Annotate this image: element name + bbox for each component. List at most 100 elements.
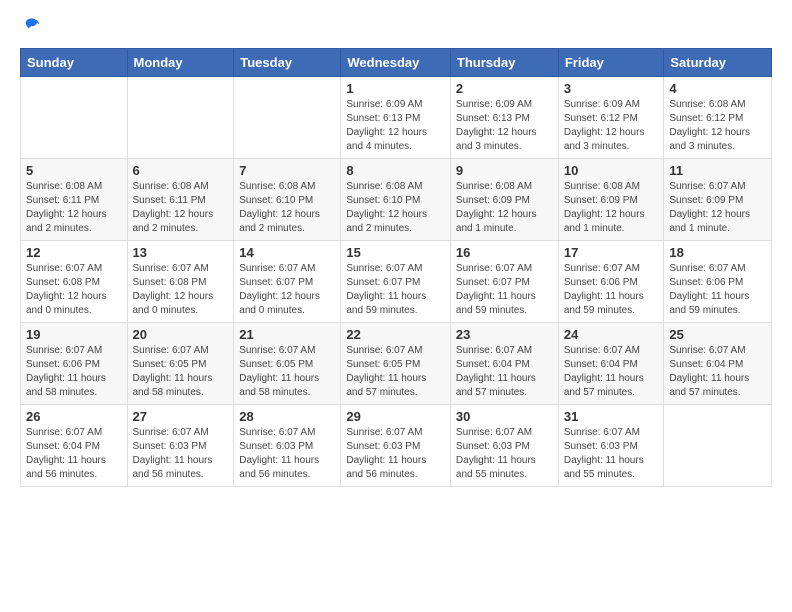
day-number: 7 [239,163,335,178]
calendar-cell: 13Sunrise: 6:07 AM Sunset: 6:08 PM Dayli… [127,241,234,323]
day-info: Sunrise: 6:07 AM Sunset: 6:03 PM Dayligh… [564,426,659,482]
day-info: Sunrise: 6:07 AM Sunset: 6:03 PM Dayligh… [239,426,335,482]
day-number: 16 [456,245,553,260]
day-number: 26 [26,409,122,424]
calendar-week-row: 26 Sunrise: 6:07 AM Sunset: 6:04 PM Dayli… [21,405,772,487]
calendar-cell: 22 Sunrise: 6:07 AM Sunset: 6:05 PM Dayli… [341,323,451,405]
calendar-week-row: 5 Sunrise: 6:08 AM Sunset: 6:11 PM Daylig… [21,159,772,241]
calendar-cell: 21 Sunrise: 6:07 AM Sunset: 6:05 PM Dayli… [234,323,341,405]
day-info: Sunrise: 6:08 AM Sunset: 6:10 PM Dayligh… [239,180,335,236]
calendar-cell: 14Sunrise: 6:07 AM Sunset: 6:07 PM Dayli… [234,241,341,323]
calendar-cell: 28Sunrise: 6:07 AM Sunset: 6:03 PM Dayli… [234,405,341,487]
weekday-header-saturday: Saturday [664,49,772,77]
day-info: Sunrise: 6:09 AM Sunset: 6:12 PM Dayligh… [564,98,659,154]
day-number: 11 [669,163,766,178]
day-info: Sunrise: 6:08 AM Sunset: 6:09 PM Dayligh… [564,180,659,236]
calendar-cell: 25 Sunrise: 6:07 AM Sunset: 6:04 PM Dayli… [664,323,772,405]
calendar-cell: 2 Sunrise: 6:09 AM Sunset: 6:13 PM Daylig… [450,77,558,159]
logo [20,16,42,36]
day-info: Sunrise: 6:07 AM Sunset: 6:05 PM Dayligh… [346,344,445,400]
calendar-cell: 15Sunrise: 6:07 AM Sunset: 6:07 PM Dayli… [341,241,451,323]
day-number: 20 [133,327,229,342]
day-number: 3 [564,81,659,96]
day-number: 27 [133,409,229,424]
calendar-cell [127,77,234,159]
calendar-cell [664,405,772,487]
day-number: 25 [669,327,766,342]
day-info: Sunrise: 6:08 AM Sunset: 6:09 PM Dayligh… [456,180,553,236]
day-number: 14 [239,245,335,260]
day-info: Sunrise: 6:07 AM Sunset: 6:03 PM Dayligh… [456,426,553,482]
day-number: 21 [239,327,335,342]
day-number: 6 [133,163,229,178]
day-number: 17 [564,245,659,260]
day-info: Sunrise: 6:09 AM Sunset: 6:13 PM Dayligh… [456,98,553,154]
day-info: Sunrise: 6:07 AM Sunset: 6:06 PM Dayligh… [26,344,122,400]
logo-bird-icon [22,16,42,36]
day-info: Sunrise: 6:07 AM Sunset: 6:03 PM Dayligh… [346,426,445,482]
calendar-week-row: 19 Sunrise: 6:07 AM Sunset: 6:06 PM Dayli… [21,323,772,405]
day-info: Sunrise: 6:08 AM Sunset: 6:11 PM Dayligh… [26,180,122,236]
day-info: Sunrise: 6:07 AM Sunset: 6:08 PM Dayligh… [26,262,122,318]
day-info: Sunrise: 6:07 AM Sunset: 6:06 PM Dayligh… [669,262,766,318]
weekday-header-sunday: Sunday [21,49,128,77]
day-number: 1 [346,81,445,96]
calendar-cell: 23 Sunrise: 6:07 AM Sunset: 6:04 PM Dayli… [450,323,558,405]
day-number: 29 [346,409,445,424]
calendar-cell: 12 Sunrise: 6:07 AM Sunset: 6:08 PM Dayli… [21,241,128,323]
calendar-cell: 24 Sunrise: 6:07 AM Sunset: 6:04 PM Dayli… [558,323,664,405]
day-number: 23 [456,327,553,342]
weekday-header-tuesday: Tuesday [234,49,341,77]
day-number: 10 [564,163,659,178]
day-info: Sunrise: 6:07 AM Sunset: 6:07 PM Dayligh… [456,262,553,318]
day-number: 9 [456,163,553,178]
day-info: Sunrise: 6:07 AM Sunset: 6:04 PM Dayligh… [564,344,659,400]
calendar-week-row: 1 Sunrise: 6:09 AM Sunset: 6:13 PM Daylig… [21,77,772,159]
day-number: 8 [346,163,445,178]
day-info: Sunrise: 6:07 AM Sunset: 6:04 PM Dayligh… [669,344,766,400]
day-number: 24 [564,327,659,342]
calendar-cell: 29 Sunrise: 6:07 AM Sunset: 6:03 PM Dayli… [341,405,451,487]
calendar-cell: 10 Sunrise: 6:08 AM Sunset: 6:09 PM Dayli… [558,159,664,241]
weekday-header-friday: Friday [558,49,664,77]
day-info: Sunrise: 6:07 AM Sunset: 6:04 PM Dayligh… [456,344,553,400]
day-info: Sunrise: 6:07 AM Sunset: 6:03 PM Dayligh… [133,426,229,482]
calendar-cell: 7 Sunrise: 6:08 AM Sunset: 6:10 PM Daylig… [234,159,341,241]
weekday-header-monday: Monday [127,49,234,77]
day-info: Sunrise: 6:08 AM Sunset: 6:11 PM Dayligh… [133,180,229,236]
calendar-cell: 8Sunrise: 6:08 AM Sunset: 6:10 PM Daylig… [341,159,451,241]
day-number: 12 [26,245,122,260]
calendar-cell: 9 Sunrise: 6:08 AM Sunset: 6:09 PM Daylig… [450,159,558,241]
calendar-cell: 27 Sunrise: 6:07 AM Sunset: 6:03 PM Dayli… [127,405,234,487]
day-info: Sunrise: 6:07 AM Sunset: 6:09 PM Dayligh… [669,180,766,236]
calendar-cell: 11 Sunrise: 6:07 AM Sunset: 6:09 PM Dayli… [664,159,772,241]
calendar-cell [234,77,341,159]
calendar-table: SundayMondayTuesdayWednesdayThursdayFrid… [20,48,772,487]
day-info: Sunrise: 6:07 AM Sunset: 6:08 PM Dayligh… [133,262,229,318]
weekday-header-thursday: Thursday [450,49,558,77]
calendar-cell: 20 Sunrise: 6:07 AM Sunset: 6:05 PM Dayli… [127,323,234,405]
weekday-header-wednesday: Wednesday [341,49,451,77]
day-info: Sunrise: 6:07 AM Sunset: 6:04 PM Dayligh… [26,426,122,482]
calendar-cell: 5 Sunrise: 6:08 AM Sunset: 6:11 PM Daylig… [21,159,128,241]
day-number: 31 [564,409,659,424]
day-number: 2 [456,81,553,96]
calendar-cell: 1Sunrise: 6:09 AM Sunset: 6:13 PM Daylig… [341,77,451,159]
calendar-cell: 6 Sunrise: 6:08 AM Sunset: 6:11 PM Daylig… [127,159,234,241]
day-number: 19 [26,327,122,342]
calendar-cell: 19 Sunrise: 6:07 AM Sunset: 6:06 PM Dayli… [21,323,128,405]
calendar-cell: 4Sunrise: 6:08 AM Sunset: 6:12 PM Daylig… [664,77,772,159]
calendar-cell: 31 Sunrise: 6:07 AM Sunset: 6:03 PM Dayli… [558,405,664,487]
day-info: Sunrise: 6:07 AM Sunset: 6:05 PM Dayligh… [239,344,335,400]
calendar-cell: 16 Sunrise: 6:07 AM Sunset: 6:07 PM Dayli… [450,241,558,323]
day-number: 22 [346,327,445,342]
header [20,16,772,36]
calendar-cell: 30Sunrise: 6:07 AM Sunset: 6:03 PM Dayli… [450,405,558,487]
calendar-week-row: 12 Sunrise: 6:07 AM Sunset: 6:08 PM Dayli… [21,241,772,323]
day-number: 18 [669,245,766,260]
day-info: Sunrise: 6:08 AM Sunset: 6:12 PM Dayligh… [669,98,766,154]
calendar-cell: 26 Sunrise: 6:07 AM Sunset: 6:04 PM Dayli… [21,405,128,487]
day-number: 15 [346,245,445,260]
day-number: 5 [26,163,122,178]
day-info: Sunrise: 6:07 AM Sunset: 6:05 PM Dayligh… [133,344,229,400]
